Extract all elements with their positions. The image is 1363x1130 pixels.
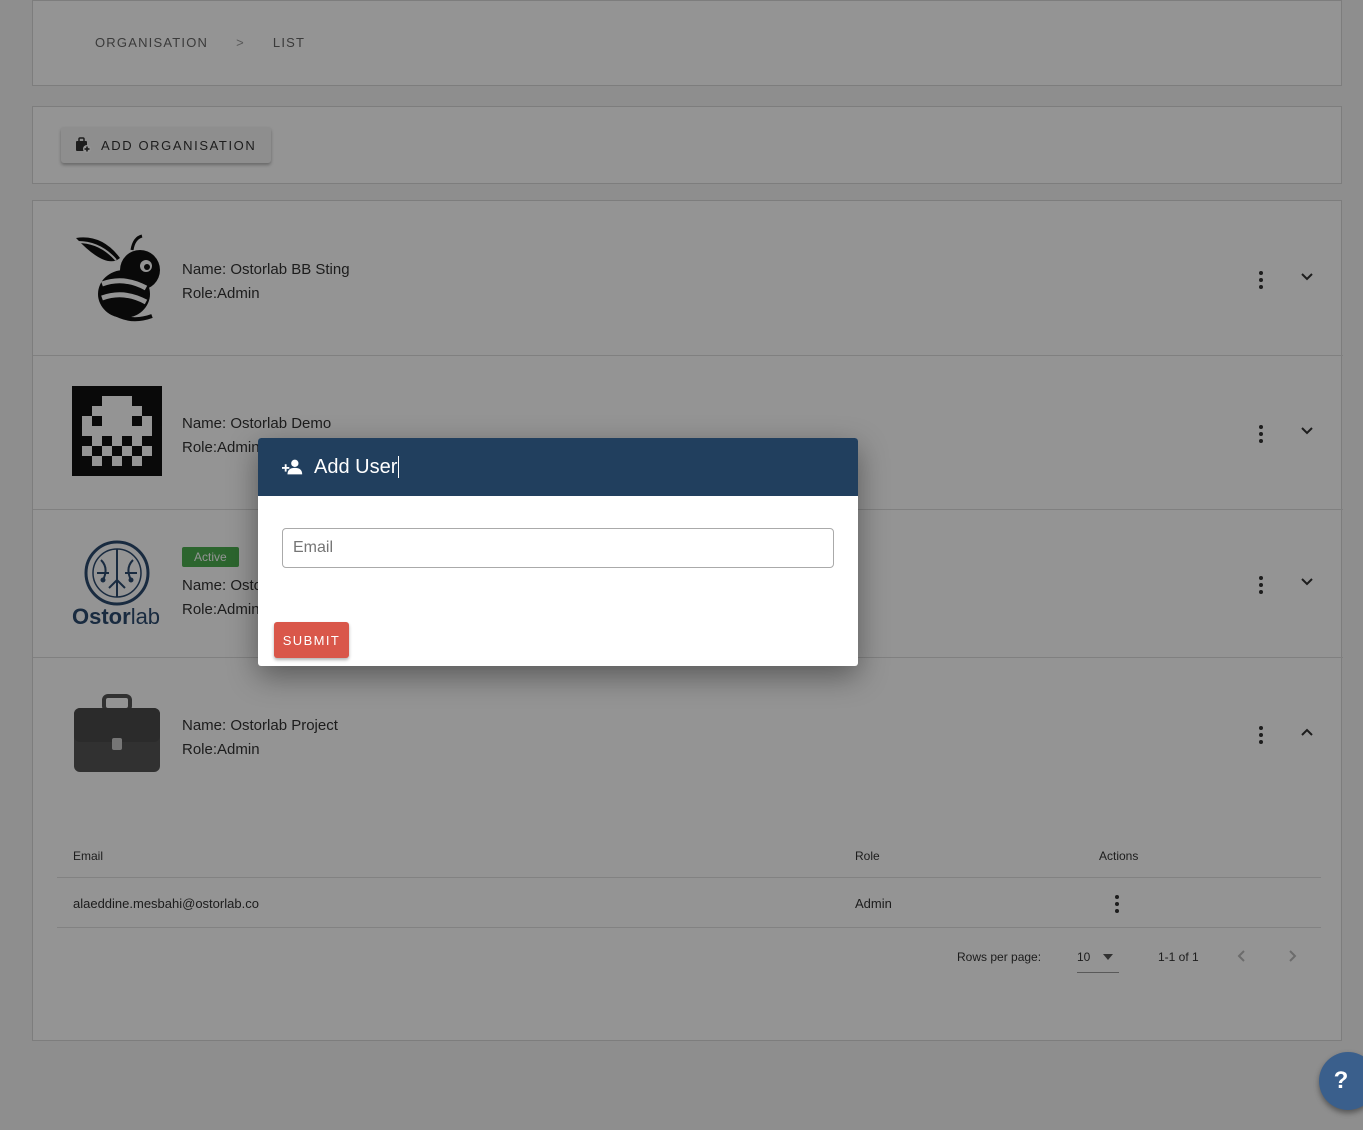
person-add-icon (282, 459, 303, 475)
email-field[interactable] (282, 528, 834, 568)
add-user-dialog: Add User SUBMIT (258, 438, 858, 666)
dialog-title: Add User (314, 455, 398, 478)
submit-button[interactable]: SUBMIT (274, 622, 349, 658)
dialog-header: Add User (258, 438, 858, 496)
text-cursor (398, 456, 400, 478)
help-icon: ? (1333, 1067, 1349, 1094)
